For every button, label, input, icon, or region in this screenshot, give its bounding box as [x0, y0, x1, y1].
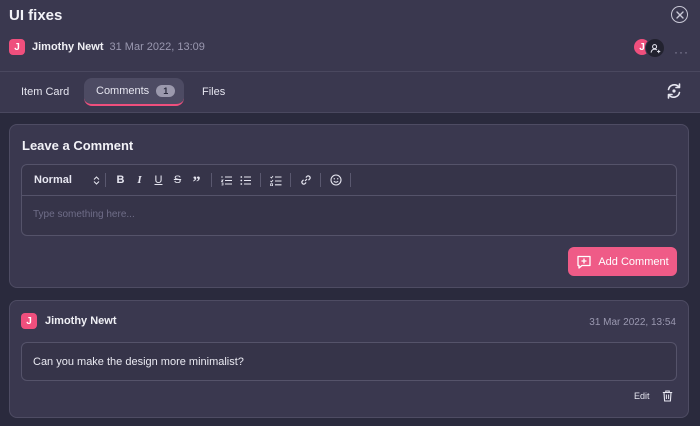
editor-toolbar: Normal B I U S ” [22, 165, 676, 196]
link-button[interactable] [296, 171, 315, 190]
tab-label: Files [202, 86, 226, 98]
add-member-button[interactable] [645, 38, 665, 58]
comment-text: Can you make the design more minimalist? [21, 342, 677, 381]
emoji-button[interactable] [326, 171, 345, 190]
toolbar-divider [290, 173, 291, 187]
comment-input[interactable]: Type something here... [33, 209, 135, 220]
refresh-icon [667, 83, 681, 99]
delete-comment-button[interactable] [662, 390, 673, 405]
quote-icon: ” [192, 174, 201, 191]
close-icon [675, 10, 684, 19]
tab-label: Item Card [21, 86, 70, 98]
comment-author-name: Jimothy Newt [45, 315, 117, 327]
strikethrough-button[interactable]: S [168, 171, 187, 190]
tab-bar: Item Card Comments 1 Files [0, 72, 700, 113]
comment-editor: Normal B I U S ” Type something here... [21, 164, 677, 236]
toolbar-divider [320, 173, 321, 187]
quote-button[interactable]: ” [187, 171, 206, 191]
refresh-button[interactable] [665, 82, 683, 103]
edit-comment-button[interactable]: Edit [634, 391, 650, 401]
page-title: UI fixes [9, 7, 63, 24]
comment-count-badge: 1 [156, 85, 176, 97]
toolbar-divider [350, 173, 351, 187]
ordered-list-icon [220, 175, 232, 185]
checklist-button[interactable] [266, 171, 285, 190]
add-comment-label: Add Comment [598, 255, 669, 268]
avatar: J [9, 39, 25, 55]
italic-icon: I [137, 174, 142, 186]
select-arrows-icon [93, 175, 100, 185]
comment-author: J Jimothy Newt [21, 313, 117, 329]
author-name: Jimothy Newt [32, 41, 104, 53]
bullet-list-button[interactable] [236, 171, 255, 190]
format-select-value: Normal [34, 174, 72, 186]
underline-button[interactable]: U [149, 171, 168, 190]
link-icon [300, 175, 311, 185]
bold-button[interactable]: B [111, 171, 130, 190]
close-button[interactable] [671, 6, 688, 23]
toolbar-divider [260, 173, 261, 187]
italic-button[interactable]: I [130, 171, 149, 190]
comment-card: J Jimothy Newt 31 Mar 2022, 13:54 Can yo… [9, 300, 689, 418]
card-date: 31 Mar 2022, 13:09 [109, 41, 205, 53]
modal-header: UI fixes J Jimothy Newt 31 Mar 2022, 13:… [0, 0, 700, 72]
tab-label: Comments [96, 85, 150, 97]
comment-date: 31 Mar 2022, 13:54 [589, 317, 676, 328]
trash-icon [662, 390, 673, 402]
add-user-icon [650, 43, 660, 53]
card-author: J Jimothy Newt 31 Mar 2022, 13:09 [9, 39, 205, 55]
toolbar-divider [105, 173, 106, 187]
more-options-button[interactable]: ··· [674, 45, 689, 59]
ordered-list-button[interactable] [217, 171, 236, 190]
text-format-select[interactable]: Normal [34, 174, 100, 186]
avatar: J [21, 313, 37, 329]
underline-icon: U [154, 174, 163, 186]
member-avatars: J [633, 38, 665, 58]
comment-form-card: Leave a Comment Normal B I U S ” Type so… [9, 124, 689, 288]
bullet-list-icon [239, 175, 251, 185]
strikethrough-icon: S [173, 174, 182, 186]
emoji-icon [329, 174, 342, 186]
comment-form-heading: Leave a Comment [22, 138, 134, 153]
checklist-icon [269, 175, 281, 186]
tab-comments[interactable]: Comments 1 [84, 78, 184, 106]
add-comment-button[interactable]: Add Comment [568, 247, 677, 276]
comment-plus-icon [577, 255, 591, 269]
bold-icon: B [116, 174, 125, 186]
tab-item-card[interactable]: Item Card [21, 78, 69, 106]
toolbar-divider [211, 173, 212, 187]
tab-files[interactable]: Files [202, 78, 225, 106]
